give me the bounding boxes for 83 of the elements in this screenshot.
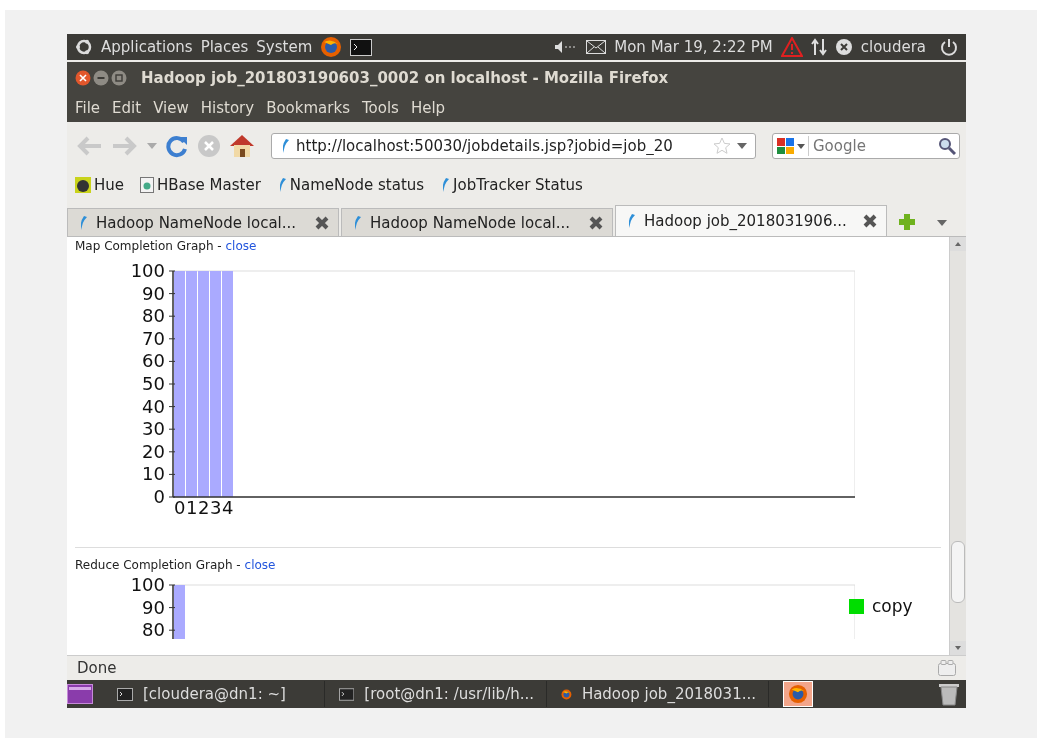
axis-tick-label: 3 xyxy=(210,497,222,518)
menu-item[interactable]: Bookmarks xyxy=(266,99,350,117)
browser-tab[interactable]: Hadoop NameNode local... xyxy=(341,208,613,236)
bookmark[interactable]: NameNode status xyxy=(276,176,425,194)
close-link[interactable]: close xyxy=(225,239,257,253)
axis-tick-label: 50 xyxy=(142,373,165,394)
scrollbar[interactable] xyxy=(949,237,966,655)
axis-tick-label: 80 xyxy=(142,305,165,327)
legend-label: copy xyxy=(872,596,913,616)
window-title: Hadoop job_201803190603_0002 on localhost - Mozilla Firefox xyxy=(141,69,669,87)
workspace-switcher[interactable] xyxy=(783,681,813,707)
axis-tick-label: 30 xyxy=(142,418,165,440)
scroll-thumb[interactable] xyxy=(951,541,965,603)
firefox-icon xyxy=(788,684,808,704)
ubuntu-logo-icon[interactable] xyxy=(75,38,93,56)
panel-menu[interactable]: System xyxy=(256,38,313,56)
search-icon[interactable] xyxy=(938,137,956,155)
star-icon[interactable] xyxy=(713,137,731,155)
menu-item[interactable]: Tools xyxy=(361,99,399,117)
axis-tick-label: 100 xyxy=(130,576,165,595)
panel-menu[interactable]: Places xyxy=(200,38,249,56)
show-desktop-icon[interactable] xyxy=(67,684,93,704)
axis-tick-label: 90 xyxy=(142,282,165,304)
y-axis xyxy=(168,584,176,639)
taskbar-button[interactable]: Hadoop job_2018031... xyxy=(549,681,769,707)
axis-tick-label: 0 xyxy=(153,486,165,507)
power-icon[interactable] xyxy=(940,38,958,56)
trash-icon[interactable] xyxy=(938,682,960,706)
maximize-icon[interactable] xyxy=(111,70,127,86)
terminal-icon xyxy=(117,687,133,701)
network-arrows-icon[interactable] xyxy=(810,38,827,56)
site-icon xyxy=(280,138,290,154)
terminal-icon xyxy=(339,687,355,701)
axis-tick-label: 80 xyxy=(142,619,165,639)
reload-icon[interactable] xyxy=(165,134,189,158)
feather-icon xyxy=(440,177,451,193)
taskbar-button[interactable]: [cloudera@dn1: ~] xyxy=(105,681,325,707)
terminal-icon[interactable] xyxy=(350,38,373,56)
feather-icon xyxy=(78,214,88,231)
feather-icon xyxy=(626,213,636,229)
hue-logo-icon xyxy=(75,177,91,193)
mail-icon[interactable] xyxy=(586,40,607,54)
menu-item[interactable]: Edit xyxy=(112,99,142,117)
axis-tick-label: 4 xyxy=(222,497,234,518)
home-icon[interactable] xyxy=(229,134,255,158)
menu-item[interactable]: File xyxy=(75,99,101,117)
taskbar-button[interactable]: [root@dn1: /usr/lib/h... xyxy=(327,681,547,707)
page-icon xyxy=(140,177,154,193)
axis-tick-label: 100 xyxy=(130,260,165,281)
browser-tab[interactable]: Hadoop job_2018031906... xyxy=(615,205,887,236)
menu-item[interactable]: View xyxy=(153,99,189,117)
axis-tick-label: 60 xyxy=(142,350,165,372)
status-text: Done xyxy=(77,659,117,677)
bar xyxy=(174,585,185,639)
section-title: Reduce Completion Graph - xyxy=(75,558,241,572)
user-status-icon[interactable] xyxy=(834,38,853,56)
axis-tick-label: 20 xyxy=(142,440,165,462)
menu-item[interactable]: History xyxy=(200,99,255,117)
browser-tab[interactable]: Hadoop NameNode local... xyxy=(67,208,339,236)
axis-tick-label: 90 xyxy=(142,596,165,618)
panel-menu[interactable]: Applications xyxy=(101,38,193,56)
url-field[interactable]: http://localhost:50030/jobdetails.jsp?jobid=job_20 xyxy=(271,133,756,159)
dropdown-arrow-icon[interactable] xyxy=(737,143,747,149)
bookmark[interactable]: JobTracker Status xyxy=(440,176,583,194)
axis-tick-label: 70 xyxy=(142,327,165,349)
bookmark[interactable]: Hue xyxy=(75,176,124,194)
axis-tick-label: 2 xyxy=(198,497,210,518)
axis-tick-label: 1 xyxy=(186,497,198,518)
axis-tick-label: 10 xyxy=(142,463,165,485)
user-name[interactable]: cloudera xyxy=(860,38,926,56)
close-icon[interactable] xyxy=(75,70,91,86)
clock[interactable]: Mon Mar 19, 2:22 PM xyxy=(614,38,773,56)
firefox-icon[interactable] xyxy=(320,36,343,58)
menu-item[interactable]: Help xyxy=(410,99,446,117)
axis-tick-label: 0 xyxy=(174,497,186,518)
feather-icon xyxy=(352,214,362,231)
section-title: Map Completion Graph - xyxy=(75,239,222,253)
search-bar[interactable]: Google xyxy=(772,133,960,159)
tab-list-arrow-icon[interactable] xyxy=(937,220,947,226)
close-link[interactable]: close xyxy=(244,558,276,572)
bookmark[interactable]: HBase Master xyxy=(140,176,261,194)
google-icon[interactable] xyxy=(776,137,806,155)
axis-tick-label: 40 xyxy=(142,395,165,417)
